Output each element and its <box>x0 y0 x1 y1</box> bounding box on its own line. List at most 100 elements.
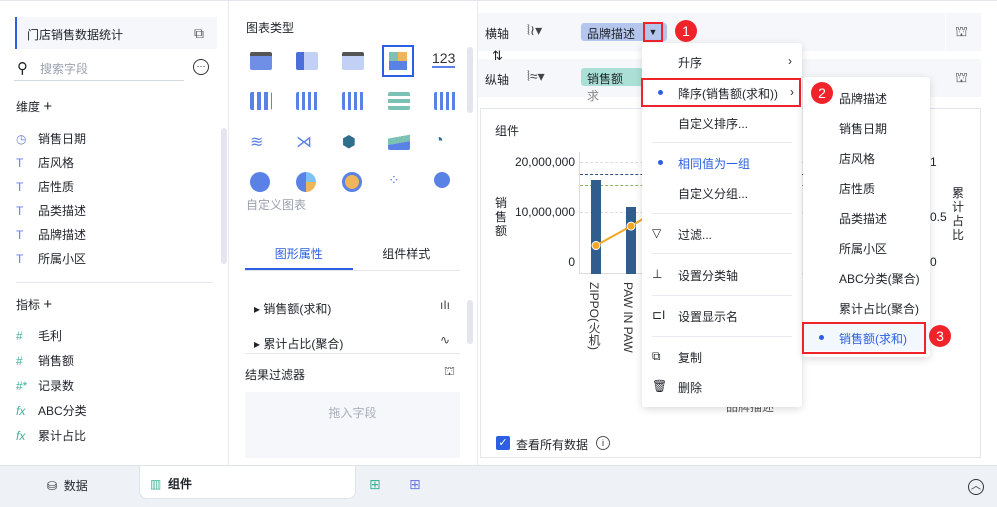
dimension-item[interactable]: T 品牌描述 <box>16 226 86 243</box>
measure-item[interactable]: fx 累计占比 <box>16 427 86 444</box>
menu-item-category-axis[interactable]: ⊥ 设置分类轴 <box>642 260 802 288</box>
bar-chart-icon[interactable] <box>250 92 272 110</box>
custom-chart-icon[interactable] <box>382 45 414 77</box>
y-axis-label: 纵轴 <box>485 73 510 87</box>
gauge-icon[interactable]: ◔ <box>434 132 456 150</box>
y-tick: 10,000,000 <box>514 205 575 219</box>
dimension-item[interactable]: T 店风格 <box>16 154 74 171</box>
table-chart-icon[interactable] <box>250 52 272 70</box>
y-axis-type-icon[interactable]: ⦚≈▾ <box>527 68 545 85</box>
submenu-item[interactable]: 累计占比(聚合) <box>803 293 930 321</box>
text-icon: T <box>16 251 24 266</box>
property-sales[interactable]: ▸ 销售额(求和) <box>254 300 331 317</box>
chart-type-title: 图表类型 <box>246 21 295 35</box>
menu-item-copy[interactable]: ⧉ 复制 <box>642 342 802 370</box>
menu-item-custom-sort[interactable]: 自定义排序... <box>642 108 802 136</box>
x-axis-label: 横轴 <box>485 27 510 41</box>
y-axis-line <box>579 152 580 274</box>
filter-settings-icon[interactable]: ⛫ <box>444 364 455 380</box>
count-icon: #* <box>16 378 28 393</box>
horizontal-bar-icon[interactable] <box>388 92 410 110</box>
submenu-item[interactable]: 所属小区 <box>803 233 930 261</box>
view-all-label: 查看所有数据 <box>516 438 589 452</box>
tab-data[interactable]: ⛁ 数据 <box>47 477 88 494</box>
y-field-pill[interactable]: 销售额 求 <box>581 68 643 103</box>
collapse-icon[interactable]: ︿ <box>968 479 984 495</box>
area-chart-icon[interactable] <box>388 132 410 150</box>
stacked-bar-icon[interactable] <box>296 92 318 110</box>
sunburst-icon[interactable] <box>342 172 362 192</box>
bubble-icon[interactable] <box>434 172 450 188</box>
add-dashboard-icon[interactable]: ⊞ <box>409 476 421 493</box>
menu-item-group-same[interactable]: 相同值为一组 <box>642 148 802 176</box>
property-tabs: 图形属性 组件样式 <box>245 234 460 271</box>
search-input[interactable]: 搜索字段 <box>14 56 184 81</box>
rose-chart-icon[interactable] <box>296 172 316 192</box>
dimension-item[interactable]: T 店性质 <box>16 178 74 195</box>
divider <box>245 353 460 354</box>
highlight-descending <box>641 78 801 107</box>
text-icon: T <box>16 179 24 194</box>
submenu-item[interactable]: 店风格 <box>803 143 930 171</box>
chart-icon: ▥ <box>150 477 162 491</box>
view-all-checkbox[interactable]: ✓ <box>496 436 510 450</box>
switch-dataset-icon[interactable]: ⧉ <box>194 25 204 42</box>
more-icon[interactable]: ··· <box>193 59 209 75</box>
dimension-scrollbar[interactable] <box>221 128 227 264</box>
database-icon: ⛁ <box>47 479 58 493</box>
x-axis-type-icon[interactable]: ⦚≀▾ <box>527 22 542 39</box>
chart-type-scrollbar[interactable] <box>467 47 473 113</box>
property-cumulative[interactable]: ▸ 累计占比(聚合) <box>254 335 343 352</box>
submenu-item[interactable]: ABC分类(聚合) <box>803 263 930 291</box>
bar[interactable] <box>626 207 636 274</box>
dimension-item[interactable]: T 品类描述 <box>16 202 86 219</box>
line-chart-icon[interactable]: ≋ <box>250 132 272 151</box>
line-type-icon[interactable]: ∿ <box>440 333 450 347</box>
filter-icon: ▽ <box>652 226 662 240</box>
measure-item[interactable]: # 销售额 <box>16 352 74 369</box>
kpi-chart-icon[interactable]: 123 <box>432 50 456 68</box>
menu-item-filter[interactable]: ▽ 过滤... <box>642 219 802 247</box>
menu-item-ascending[interactable]: 升序 › <box>642 47 802 75</box>
x-axis-filter-icon[interactable]: ⛫ <box>955 23 968 42</box>
bar[interactable] <box>591 179 601 274</box>
dimension-item[interactable]: ◷ 销售日期 <box>16 130 86 147</box>
add-measure-icon[interactable]: + <box>43 296 52 313</box>
add-component-icon[interactable]: ⊞ <box>369 476 381 493</box>
text-icon: T <box>16 203 24 218</box>
detail-table-icon[interactable] <box>342 52 364 70</box>
x-tick: ZIPPO(火机) <box>587 282 601 350</box>
submenu-item[interactable]: 销售日期 <box>803 113 930 141</box>
submenu-item[interactable]: 店性质 <box>803 173 930 201</box>
measure-item[interactable]: #* 记录数 <box>16 377 74 394</box>
info-icon[interactable]: i <box>596 436 610 450</box>
add-dimension-icon[interactable]: + <box>43 98 52 115</box>
chart-title: 组件 <box>495 124 520 138</box>
x-field-dropdown-button[interactable]: ▼ <box>643 22 663 42</box>
filter-drop-zone[interactable]: 拖入字段 <box>245 392 460 458</box>
menu-item-custom-group[interactable]: 自定义分组... <box>642 178 802 206</box>
y-axis-filter-icon[interactable]: ⛫ <box>955 69 968 88</box>
dimension-item[interactable]: T 所属小区 <box>16 250 86 267</box>
step-badge-1: 1 <box>675 20 697 42</box>
measure-item[interactable]: # 毛利 <box>16 327 62 344</box>
bar-type-icon[interactable]: ıIı <box>440 298 450 312</box>
menu-item-delete[interactable]: 🗑 删除 <box>642 372 802 400</box>
radar-icon[interactable]: ⬢ <box>342 132 364 151</box>
crosstab-chart-icon[interactable] <box>296 52 318 70</box>
tab-component-style[interactable]: 组件样式 <box>353 234 461 270</box>
multi-bar-icon[interactable] <box>342 92 364 110</box>
swap-axes-icon[interactable]: ⇅ <box>492 48 503 64</box>
property-scrollbar[interactable] <box>467 300 473 344</box>
submenu-item[interactable]: 品类描述 <box>803 203 930 231</box>
bubble-scatter-icon[interactable]: ⁘ <box>388 172 410 190</box>
pie-chart-icon[interactable] <box>250 172 270 192</box>
menu-item-display-name[interactable]: ⊏I 设置显示名 <box>642 301 802 329</box>
scatter-line-icon[interactable]: ⋊ <box>296 132 318 151</box>
dataset-title[interactable]: 门店销售数据统计 <box>15 17 217 49</box>
waterfall-icon[interactable] <box>434 92 456 110</box>
measure-item[interactable]: fx ABC分类 <box>16 402 87 419</box>
tab-component[interactable]: ▥ 组件 <box>139 466 356 499</box>
axis-icon: ⊥ <box>652 267 663 281</box>
tab-graphic-properties[interactable]: 图形属性 <box>245 234 353 270</box>
